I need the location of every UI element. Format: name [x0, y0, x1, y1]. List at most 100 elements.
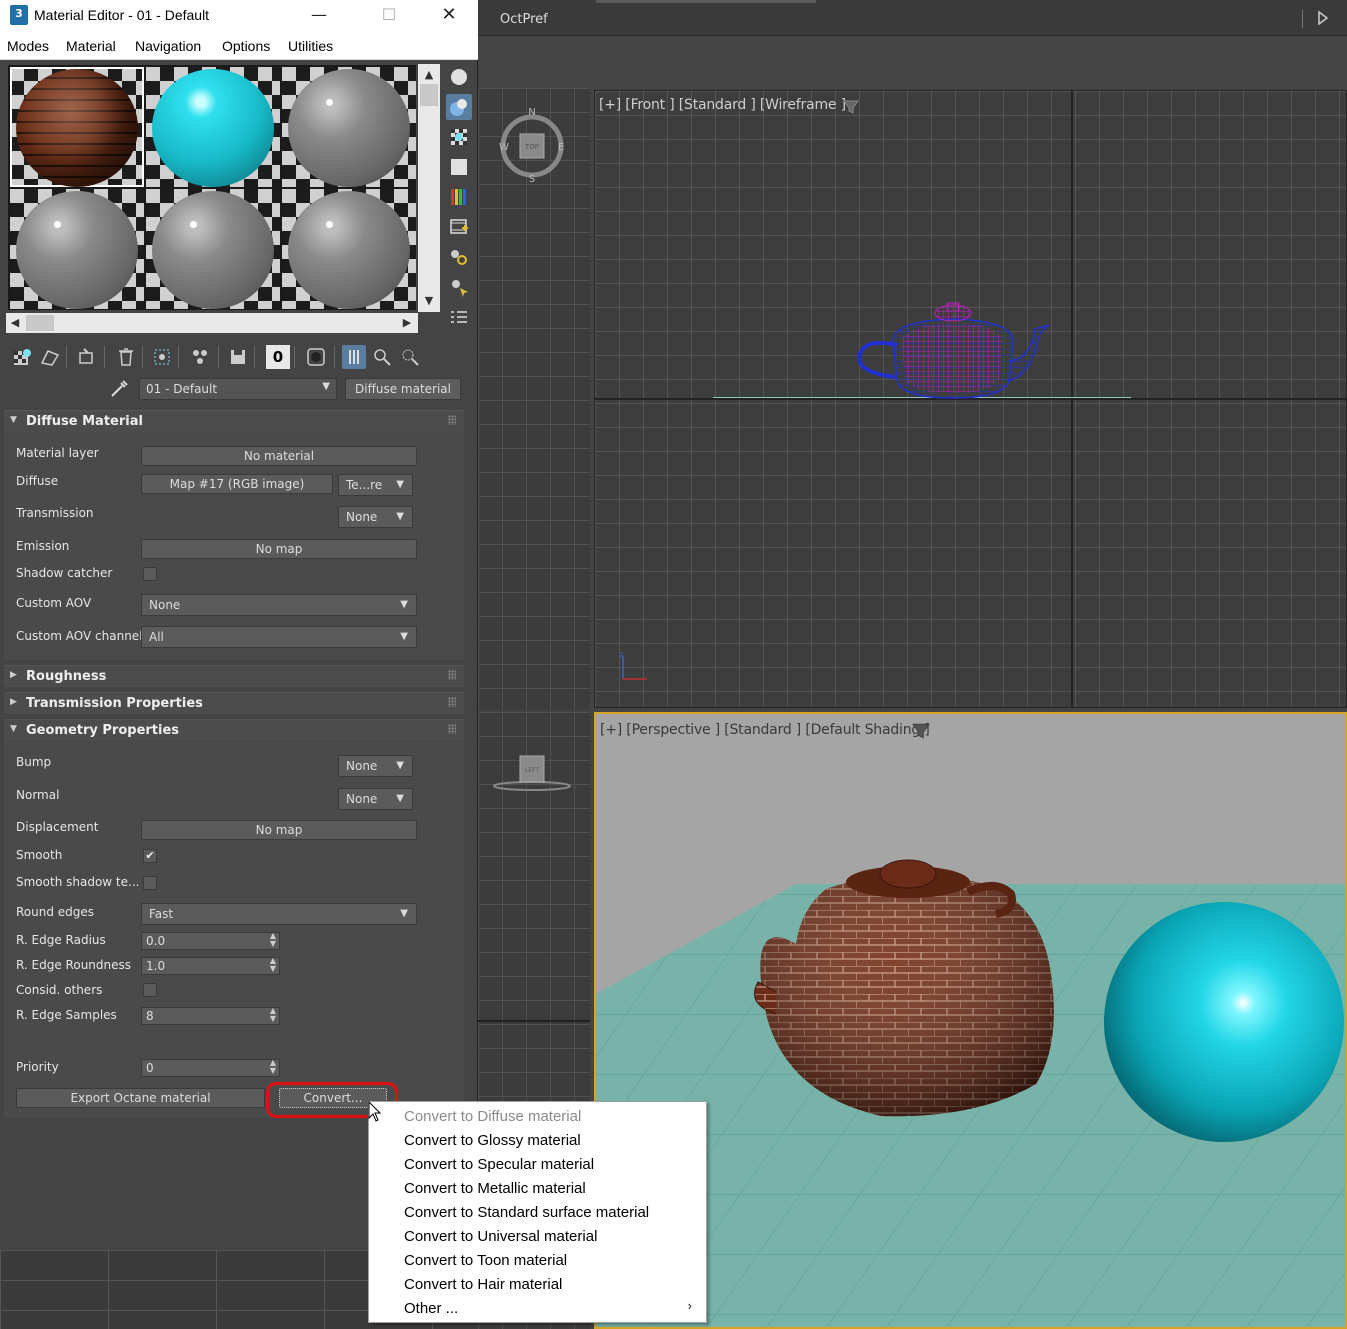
- go-to-parent-icon[interactable]: [370, 345, 394, 369]
- show-end-result-icon[interactable]: [342, 345, 366, 369]
- rollout-roughness[interactable]: ▶ Roughness: [4, 665, 464, 687]
- menu-utilities[interactable]: Utilities: [288, 38, 333, 54]
- sample-type-sphere-icon[interactable]: [446, 64, 472, 90]
- menu-item-convert-standard-surface[interactable]: Convert to Standard surface material: [404, 1204, 649, 1221]
- menu-item-convert-universal[interactable]: Convert to Universal material: [404, 1228, 597, 1245]
- scroll-left-icon[interactable]: ◀: [6, 314, 24, 332]
- minimize-button[interactable]: —: [296, 0, 342, 32]
- consid-others-checkbox[interactable]: [143, 983, 157, 997]
- put-to-scene-icon[interactable]: [38, 345, 62, 369]
- scroll-right-icon[interactable]: ▶: [398, 314, 416, 332]
- normal-dropdown[interactable]: None ▼: [338, 788, 413, 810]
- menu-item-convert-hair[interactable]: Convert to Hair material: [404, 1276, 562, 1293]
- grip-icon[interactable]: [448, 670, 456, 680]
- get-material-icon[interactable]: [10, 345, 34, 369]
- material-layer-button[interactable]: No material: [141, 446, 417, 466]
- scroll-up-icon[interactable]: ▲: [420, 66, 438, 84]
- viewcube-left[interactable]: LEFT: [492, 748, 572, 794]
- eyedropper-icon[interactable]: [108, 378, 130, 400]
- displacement-map-button[interactable]: No map: [141, 820, 417, 840]
- compass-west: W: [499, 142, 509, 153]
- edge-roundness-spinner[interactable]: 1.0 ▲ ▼: [141, 957, 280, 975]
- save-library-icon[interactable]: [226, 345, 250, 369]
- make-preview-icon[interactable]: [446, 214, 472, 240]
- sample-slot-6[interactable]: [282, 189, 416, 309]
- menu-item-other[interactable]: Other ...: [404, 1300, 458, 1317]
- export-octane-material-button[interactable]: Export Octane material: [16, 1088, 265, 1108]
- menu-options[interactable]: Options: [222, 38, 270, 54]
- make-unique-icon[interactable]: [150, 345, 174, 369]
- scroll-down-icon[interactable]: ▼: [420, 292, 438, 310]
- viewport-front[interactable]: [+] [Front ] [Standard ] [Wireframe ] z: [594, 90, 1347, 708]
- material-type-button[interactable]: Diffuse material: [345, 378, 461, 400]
- diffuse-map-button[interactable]: Map #17 (RGB image): [141, 474, 333, 494]
- slots-horizontal-scrollbar[interactable]: ◀ ▶: [6, 313, 418, 333]
- backlight-icon[interactable]: [446, 94, 472, 120]
- options-icon[interactable]: [446, 244, 472, 270]
- maximize-button[interactable]: ☐: [366, 0, 412, 32]
- round-edges-dropdown[interactable]: Fast ▼: [141, 903, 417, 925]
- scroll-thumb[interactable]: [420, 84, 438, 106]
- spinner-arrows-icon[interactable]: ▲ ▼: [270, 932, 276, 948]
- sample-slots: [8, 65, 416, 310]
- rollout-geometry-properties[interactable]: ▼ Geometry Properties: [4, 719, 464, 741]
- emission-map-button[interactable]: No map: [141, 539, 417, 559]
- shadow-catcher-checkbox[interactable]: [143, 567, 157, 581]
- assign-to-selection-icon[interactable]: [74, 345, 98, 369]
- rollout-transmission-properties[interactable]: ▶ Transmission Properties: [4, 692, 464, 714]
- go-forward-sibling-icon[interactable]: [398, 345, 422, 369]
- sample-uv-tiling-icon[interactable]: [446, 154, 472, 180]
- delete-icon[interactable]: [114, 345, 138, 369]
- smooth-shadow-checkbox[interactable]: [143, 876, 157, 890]
- sample-slot-5[interactable]: [146, 189, 280, 309]
- edge-radius-spinner[interactable]: 0.0 ▲ ▼: [141, 932, 280, 950]
- edge-radius-value: 0.0: [146, 934, 166, 948]
- compass-viewcube[interactable]: TOP N S W E: [496, 104, 568, 184]
- menu-modes[interactable]: Modes: [7, 38, 49, 54]
- transmission-dropdown[interactable]: None ▼: [338, 506, 413, 528]
- menu-item-convert-toon[interactable]: Convert to Toon material: [404, 1252, 567, 1269]
- edge-samples-spinner[interactable]: 8 ▲ ▼: [141, 1007, 280, 1025]
- custom-aov-channel-dropdown[interactable]: All ▼: [141, 626, 417, 648]
- select-by-material-icon[interactable]: [446, 274, 472, 300]
- sample-slot-4[interactable]: [10, 189, 144, 309]
- bump-dropdown[interactable]: None ▼: [338, 755, 413, 777]
- menu-item-convert-specular[interactable]: Convert to Specular material: [404, 1156, 594, 1173]
- menu-material[interactable]: Material: [66, 38, 116, 54]
- teapot-wireframe[interactable]: [853, 301, 1053, 401]
- viewcube-top-label: TOP: [524, 143, 539, 151]
- priority-spinner[interactable]: 0 ▲ ▼: [141, 1059, 280, 1077]
- material-id-channel[interactable]: 0: [266, 345, 290, 369]
- slots-vertical-scrollbar[interactable]: ▲ ▼: [418, 64, 440, 312]
- menu-item-convert-metallic[interactable]: Convert to Metallic material: [404, 1180, 586, 1197]
- close-button[interactable]: ✕: [426, 0, 472, 32]
- scroll-thumb[interactable]: [26, 315, 54, 331]
- background-checker-icon[interactable]: [446, 124, 472, 150]
- pin-icon[interactable]: [1313, 8, 1333, 28]
- put-to-library-icon[interactable]: [188, 345, 212, 369]
- title-bar[interactable]: 3 Material Editor - 01 - Default — ☐ ✕: [0, 0, 478, 32]
- custom-aov-dropdown[interactable]: None ▼: [141, 594, 417, 616]
- sample-slot-3[interactable]: [282, 67, 416, 187]
- sample-slot-1[interactable]: [10, 67, 144, 187]
- menu-navigation[interactable]: Navigation: [135, 38, 201, 54]
- rollout-diffuse-material[interactable]: ▼ Diffuse Material: [4, 410, 464, 432]
- viewport-front-label[interactable]: [+] [Front ] [Standard ] [Wireframe ]: [599, 97, 846, 113]
- viewport-top[interactable]: TOP N S W E: [478, 88, 590, 710]
- grip-icon[interactable]: [448, 724, 456, 734]
- smooth-checkbox[interactable]: ✔: [143, 849, 157, 863]
- material-name-dropdown[interactable]: 01 - Default ▼: [139, 378, 337, 400]
- grip-icon[interactable]: [448, 415, 456, 425]
- spinner-arrows-icon[interactable]: ▲ ▼: [270, 1007, 276, 1023]
- spinner-arrows-icon[interactable]: ▲ ▼: [270, 1059, 276, 1075]
- material-navigator-icon[interactable]: [446, 304, 472, 330]
- grip-icon[interactable]: [448, 697, 456, 707]
- show-shaded-material-icon[interactable]: [304, 345, 328, 369]
- sample-slot-2[interactable]: [146, 67, 280, 187]
- video-color-check-icon[interactable]: [446, 184, 472, 210]
- octpref-label[interactable]: OctPref: [500, 12, 548, 27]
- diffuse-mode-dropdown[interactable]: Te...re ▼: [338, 474, 413, 496]
- menu-item-convert-glossy[interactable]: Convert to Glossy material: [404, 1132, 581, 1149]
- spinner-arrows-icon[interactable]: ▲ ▼: [270, 957, 276, 973]
- filter-icon[interactable]: [843, 99, 859, 115]
